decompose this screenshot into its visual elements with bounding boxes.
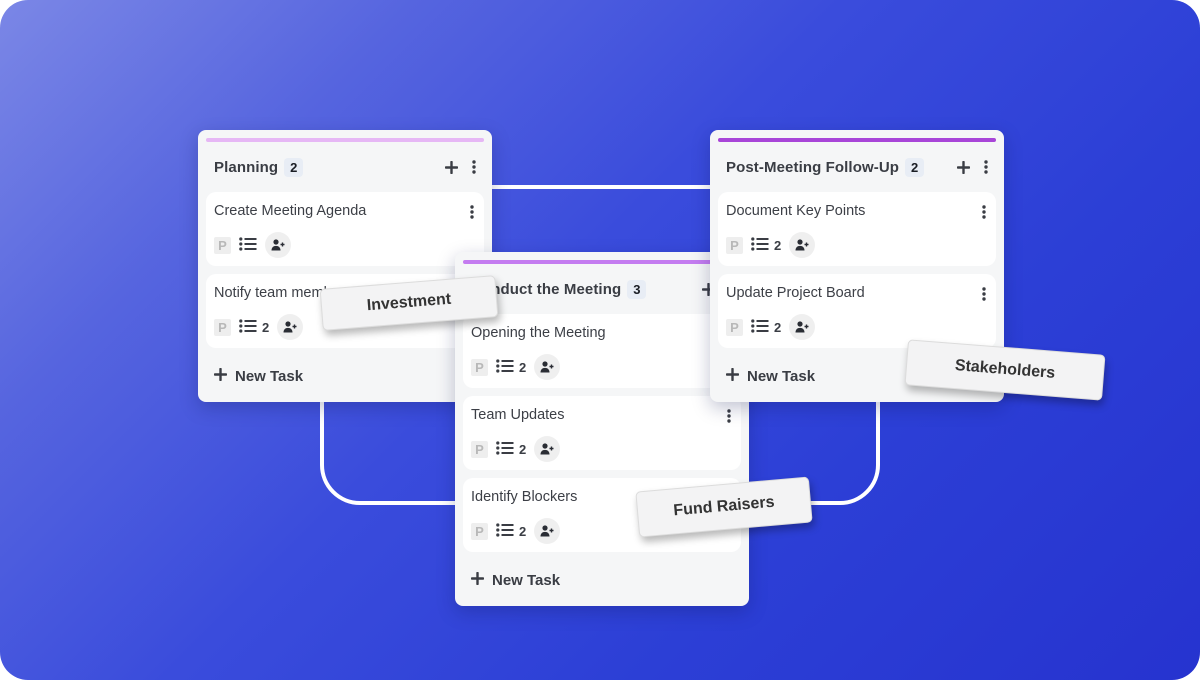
priority-badge[interactable]: P [214,236,231,254]
subtasks-indicator[interactable]: 2 [239,318,270,336]
list-icon [496,440,514,458]
column-title: Post-Meeting Follow-Up [726,158,900,176]
background-canvas: Planning 2 Create Meeting Agenda P Notif… [0,0,1200,680]
add-user-icon[interactable] [789,314,816,340]
subtasks-count: 2 [774,237,782,253]
tag-label: Stakeholders [954,357,1056,382]
more-vertical-icon[interactable] [984,160,988,174]
add-user-icon[interactable] [265,232,291,258]
task-card[interactable]: Opening the Meeting P 2 [463,314,741,388]
subtasks-indicator[interactable]: 2 [496,440,527,458]
task-title: Opening the Meeting [471,325,606,341]
subtasks-count: 2 [519,523,527,539]
task-card[interactable]: Document Key Points P 2 [718,192,996,266]
subtasks-indicator[interactable]: 2 [751,318,782,336]
plus-icon[interactable] [445,160,458,174]
column-title: Planning [214,158,279,176]
task-card[interactable]: Update Project Board P 2 [718,274,996,348]
column-header: Conduct the Meeting 3 [463,264,741,314]
plus-icon [470,571,485,589]
new-task-label: New Task [747,367,816,385]
subtasks-indicator[interactable]: 2 [751,236,782,254]
task-title: Update Project Board [726,285,865,301]
more-vertical-icon[interactable] [982,205,986,219]
add-user-icon[interactable] [789,232,816,258]
task-title: Create Meeting Agenda [214,203,367,219]
column-count-badge: 2 [905,157,925,177]
column-header: Planning 2 [206,142,484,192]
column-conduct: Conduct the Meeting 3 Opening the Meetin… [455,252,749,606]
plus-icon [213,367,228,385]
task-card[interactable]: Create Meeting Agenda P [206,192,484,266]
task-title: Document Key Points [726,203,866,219]
subtasks-count: 2 [519,359,527,375]
subtasks-indicator[interactable] [239,236,257,254]
priority-badge[interactable]: P [471,440,488,458]
priority-badge[interactable]: P [214,318,231,336]
priority-badge[interactable]: P [471,522,488,540]
more-vertical-icon[interactable] [470,205,474,219]
list-icon [239,236,257,254]
subtasks-indicator[interactable]: 2 [496,522,527,540]
more-vertical-icon[interactable] [727,409,731,423]
list-icon [751,236,769,254]
priority-badge[interactable]: P [726,236,743,254]
plus-icon[interactable] [957,160,970,174]
column-count-badge: 3 [627,279,647,299]
subtasks-count: 2 [262,319,270,335]
new-task-button[interactable]: New Task [463,560,741,600]
task-title: Team Updates [471,407,565,423]
subtasks-count: 2 [519,441,527,457]
add-user-icon[interactable] [277,314,304,340]
list-icon [239,318,257,336]
priority-badge[interactable]: P [726,318,743,336]
subtasks-count: 2 [774,319,782,335]
tag-label: Fund Raisers [672,493,776,520]
list-icon [751,318,769,336]
more-vertical-icon[interactable] [472,160,476,174]
add-user-icon[interactable] [534,436,561,462]
new-task-button[interactable]: New Task [206,356,484,396]
list-icon [496,522,514,540]
task-card[interactable]: Team Updates P 2 [463,396,741,470]
add-user-icon[interactable] [534,518,561,544]
column-header: Post-Meeting Follow-Up 2 [718,142,996,192]
new-task-label: New Task [492,571,561,589]
add-user-icon[interactable] [534,354,561,380]
column-planning: Planning 2 Create Meeting Agenda P Notif… [198,130,492,402]
subtasks-indicator[interactable]: 2 [496,358,527,376]
more-vertical-icon[interactable] [982,287,986,301]
new-task-label: New Task [235,367,304,385]
plus-icon [725,367,740,385]
column-count-badge: 2 [284,157,304,177]
priority-badge[interactable]: P [471,358,488,376]
list-icon [496,358,514,376]
tag-label: Investment [366,290,452,315]
